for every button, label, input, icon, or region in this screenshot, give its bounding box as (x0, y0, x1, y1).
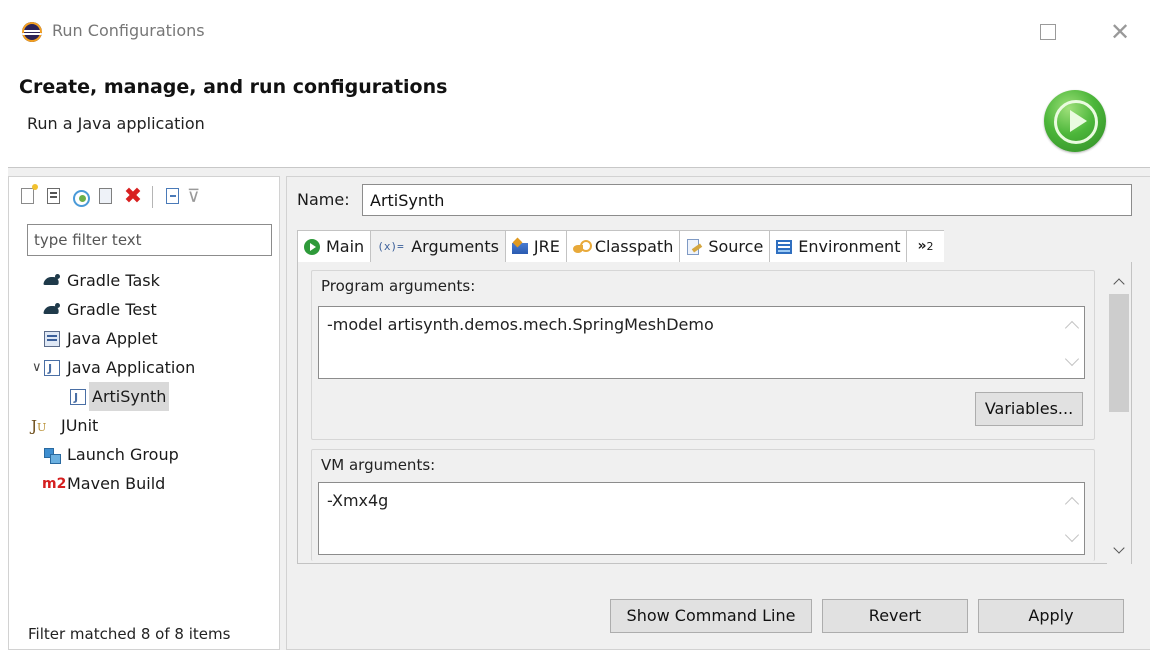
gradle-icon (44, 273, 60, 289)
tree-item-label: Launch Group (67, 445, 179, 464)
apply-button[interactable]: Apply (978, 599, 1124, 633)
java-application-icon (44, 354, 60, 383)
tree-item-label: Java Application (67, 358, 196, 377)
tab-arguments[interactable]: (x)= Arguments (370, 230, 505, 263)
tree-item-label: JUnit (61, 416, 99, 435)
tree-item-gradle-test[interactable]: Gradle Test (28, 295, 276, 324)
tab-main[interactable]: Main (297, 230, 371, 263)
filter-input[interactable] (27, 224, 272, 256)
configuration-tree: Gradle Task Gradle Test Java Applet ∨ Ja… (28, 266, 276, 498)
toolbar-separator (152, 186, 153, 208)
java-applet-icon (44, 331, 60, 347)
show-command-line-button[interactable]: Show Command Line (610, 599, 812, 633)
classpath-tab-icon (572, 239, 592, 255)
import-icon[interactable] (94, 184, 120, 210)
tab-label: Arguments (411, 237, 499, 256)
jre-tab-icon (511, 239, 530, 255)
program-arguments-field[interactable]: -model artisynth.demos.mech.SpringMeshDe… (318, 306, 1085, 379)
source-tab-icon (686, 238, 704, 255)
delete-icon[interactable]: ✖ (120, 184, 146, 210)
tree-item-label: Gradle Task (67, 271, 160, 290)
collapse-all-icon[interactable] (161, 184, 187, 210)
tab-classpath[interactable]: Classpath (565, 230, 680, 263)
maximize-icon (1040, 24, 1056, 40)
textarea-scrollbar[interactable] (1062, 307, 1084, 378)
window-title: Run Configurations (52, 21, 205, 40)
duplicate-icon[interactable] (42, 184, 68, 210)
tab-label: Environment (798, 237, 901, 256)
tab-source[interactable]: Source (679, 230, 770, 263)
program-arguments-label: Program arguments: (321, 277, 476, 295)
tab-label: Main (326, 237, 365, 256)
maven-icon: m2 (42, 476, 67, 492)
vm-arguments-field[interactable]: -Xmx4g (318, 482, 1085, 555)
junit-icon: JU (31, 417, 47, 435)
close-button[interactable]: ✕ (1100, 16, 1140, 48)
tab-label: Classpath (594, 237, 674, 256)
new-config-icon[interactable] (16, 184, 42, 210)
more-tabs-button[interactable]: » 2 (906, 230, 944, 263)
revert-button[interactable]: Revert (822, 599, 968, 633)
tree-item-maven-build[interactable]: m2 Maven Build (28, 469, 276, 498)
expand-chevron-icon[interactable]: ∨ (32, 353, 42, 382)
tab-environment[interactable]: Environment (769, 230, 907, 263)
export-icon[interactable] (68, 184, 94, 210)
tree-item-label: ArtiSynth (89, 382, 170, 411)
tree-item-launch-group[interactable]: Launch Group (28, 440, 276, 469)
arguments-tab-icon: (x)= (377, 239, 404, 253)
run-icon (1044, 90, 1106, 152)
program-arguments-value: -model artisynth.demos.mech.SpringMeshDe… (327, 315, 714, 334)
tree-item-java-application[interactable]: ∨ Java Application (28, 353, 276, 383)
tab-bar-filler (943, 230, 1132, 263)
scroll-down-icon[interactable] (1113, 542, 1125, 554)
tree-item-label: Java Applet (67, 329, 158, 348)
tab-jre[interactable]: JRE (504, 230, 566, 263)
maximize-button[interactable] (1028, 16, 1068, 48)
tab-label: Source (708, 237, 764, 256)
tab-bar: Main (x)= Arguments JRE Classpath Source… (297, 230, 1132, 263)
left-toolbar: ✖ ⊽ (16, 184, 213, 210)
tab-content-scrollbar[interactable] (1107, 268, 1131, 564)
environment-tab-icon (776, 239, 794, 255)
vm-arguments-label: VM arguments: (321, 456, 436, 474)
tree-item-label: Gradle Test (67, 300, 157, 319)
gradle-icon (44, 302, 60, 318)
scroll-up-icon[interactable] (1113, 278, 1125, 290)
tree-item-junit[interactable]: JU JUnit (28, 411, 276, 440)
eclipse-icon (22, 22, 42, 42)
vm-arguments-value: -Xmx4g (327, 491, 389, 510)
title-bar: Run Configurations ✕ (0, 0, 1150, 62)
variables-button[interactable]: Variables... (975, 392, 1083, 426)
chevron-double-right-icon: » (917, 238, 927, 254)
tab-label: JRE (533, 237, 560, 256)
dialog-header: Create, manage, and run configurations R… (8, 62, 1150, 168)
hidden-tab-count: 2 (926, 240, 934, 253)
java-application-icon (70, 383, 86, 412)
main-tab-icon (304, 238, 322, 255)
scrollbar-thumb[interactable] (1109, 294, 1129, 412)
tree-item-java-applet[interactable]: Java Applet (28, 324, 276, 353)
launch-group-icon (44, 447, 61, 464)
header-title: Create, manage, and run configurations (19, 76, 448, 98)
textarea-scrollbar[interactable] (1062, 483, 1084, 554)
tree-item-gradle-task[interactable]: Gradle Task (28, 266, 276, 295)
header-subtitle: Run a Java application (27, 114, 205, 133)
name-label: Name: (297, 190, 350, 209)
tree-item-label: Maven Build (67, 474, 166, 493)
filter-icon[interactable]: ⊽ (187, 184, 213, 210)
tree-item-artisynth[interactable]: ArtiSynth (28, 382, 276, 412)
filter-status: Filter matched 8 of 8 items (28, 625, 231, 643)
name-field[interactable] (362, 184, 1132, 216)
